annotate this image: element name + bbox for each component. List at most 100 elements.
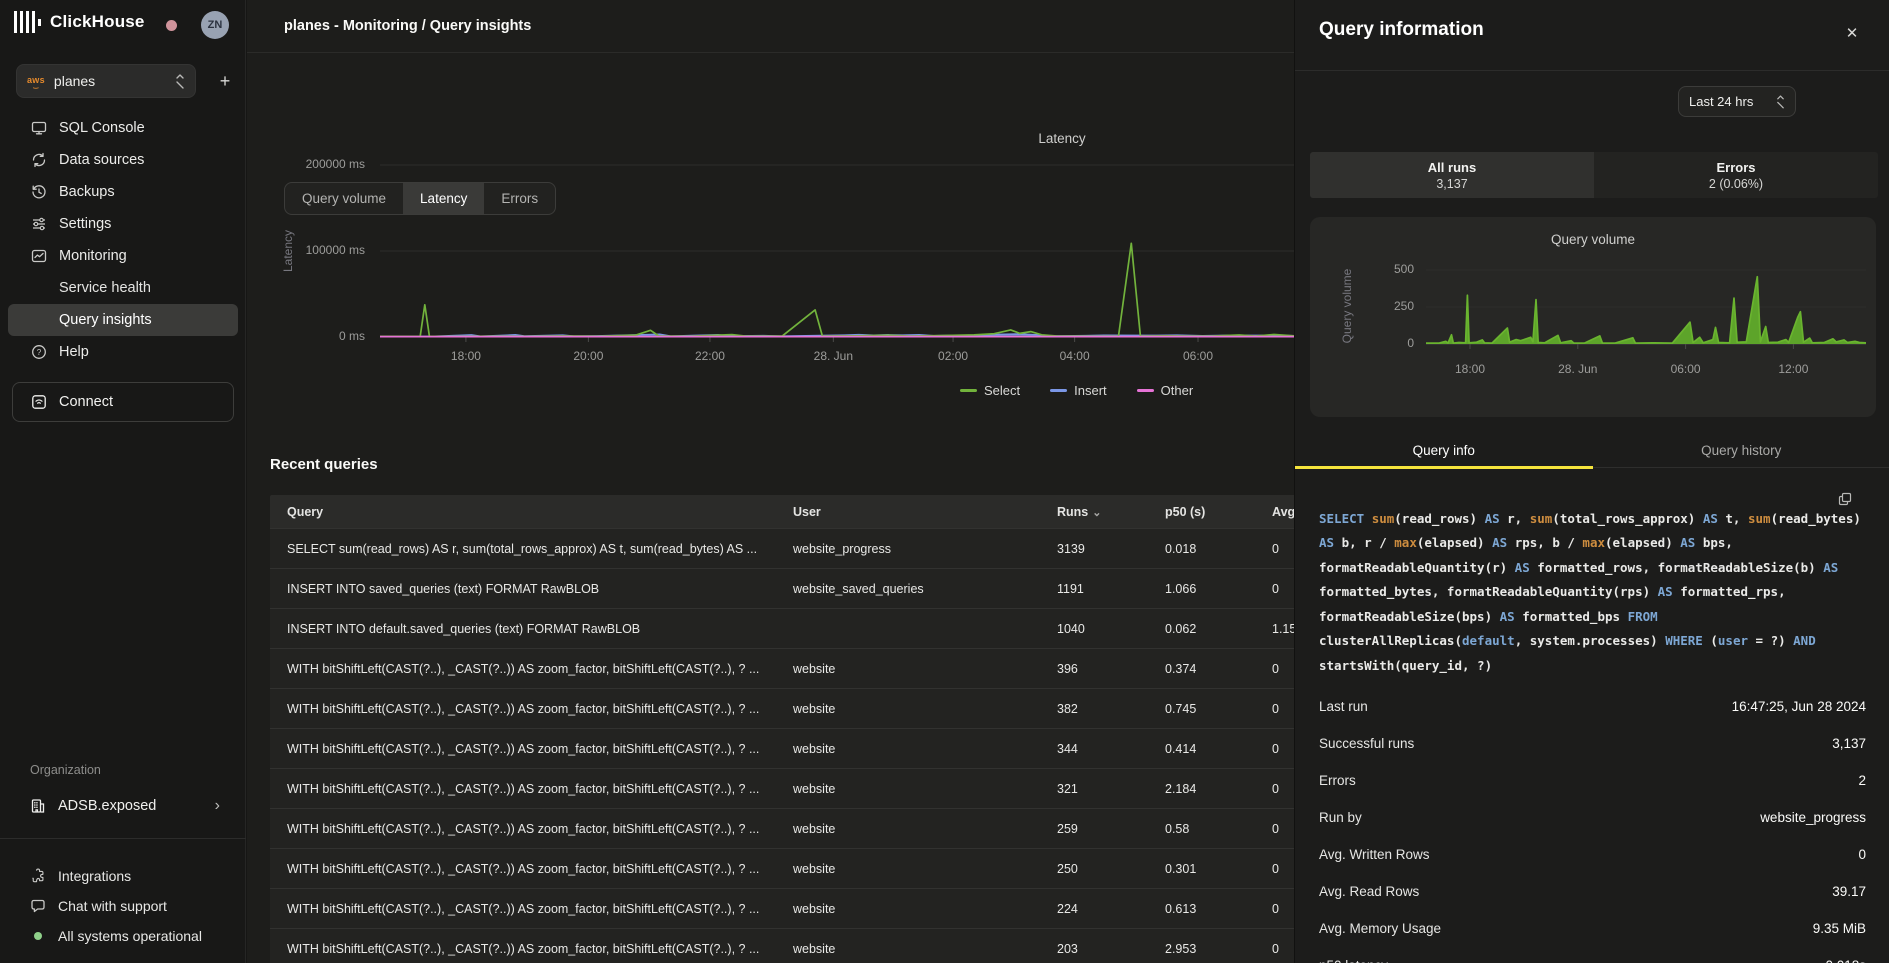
stat-row: Avg. Read Rows39.17	[1319, 873, 1866, 910]
user-avatar[interactable]: ZN	[201, 11, 229, 39]
sidebar-nav: SQL Console Data sources Backups Setting…	[0, 112, 246, 368]
sidebar-item-sql-console[interactable]: SQL Console	[0, 112, 246, 144]
latency-y-ticks: 0 ms 100000 ms 200000 ms	[275, 0, 365, 400]
sidebar-item-chat-support[interactable]: Chat with support	[0, 891, 246, 921]
stat-label: Avg. Memory Usage	[1319, 921, 1441, 936]
column-header-avg[interactable]: Avg.	[1272, 505, 1294, 519]
table-row[interactable]: SELECT sum(read_rows) AS r, sum(total_ro…	[270, 528, 1294, 568]
table-cell: SELECT sum(read_rows) AS r, sum(total_ro…	[270, 542, 793, 556]
service-selector[interactable]: aws‿ planes	[16, 64, 196, 98]
chevron-updown-icon	[1776, 95, 1785, 108]
table-row[interactable]: WITH bitShiftLeft(CAST(?..), _CAST(?..))…	[270, 928, 1294, 963]
legend-item-select[interactable]: Select	[960, 383, 1020, 398]
table-cell: website	[793, 942, 1057, 956]
table-row[interactable]: WITH bitShiftLeft(CAST(?..), _CAST(?..))…	[270, 888, 1294, 928]
sidebar-item-monitoring[interactable]: Monitoring	[0, 240, 246, 272]
tab-query-info[interactable]: Query info	[1295, 435, 1593, 467]
table-cell: 0.58	[1165, 822, 1272, 836]
table-cell: WITH bitShiftLeft(CAST(?..), _CAST(?..))…	[270, 862, 793, 876]
close-icon[interactable]: ✕	[1841, 22, 1863, 44]
column-header-user[interactable]: User	[793, 505, 1057, 519]
table-cell: 224	[1057, 902, 1165, 916]
connect-button[interactable]: Connect	[12, 382, 234, 422]
column-header-p50[interactable]: p50 (s)	[1165, 505, 1272, 519]
copy-icon[interactable]	[1838, 492, 1852, 506]
y-tick-label: 500	[1324, 262, 1414, 276]
query-volume-y-ticks: 0250500	[1340, 217, 1414, 377]
sidebar-item-settings[interactable]: Settings	[0, 208, 246, 240]
column-header-query[interactable]: Query	[270, 505, 793, 519]
time-range-select[interactable]: Last 24 hrs	[1678, 86, 1796, 117]
y-tick-label: 200000 ms	[275, 157, 365, 171]
table-row[interactable]: WITH bitShiftLeft(CAST(?..), _CAST(?..))…	[270, 688, 1294, 728]
latency-legend: Select Insert Other	[960, 383, 1193, 398]
terminal-icon	[30, 120, 47, 137]
chevron-right-icon: ›	[215, 797, 220, 815]
all-runs-count: 3,137	[1436, 177, 1467, 191]
tab-all-runs[interactable]: All runs 3,137	[1310, 152, 1594, 198]
table-cell: 0	[1272, 582, 1294, 596]
table-row[interactable]: WITH bitShiftLeft(CAST(?..), _CAST(?..))…	[270, 648, 1294, 688]
table-row[interactable]: INSERT INTO saved_queries (text) FORMAT …	[270, 568, 1294, 608]
table-cell: 1040	[1057, 622, 1165, 636]
table-cell: 0	[1272, 942, 1294, 956]
table-cell: 396	[1057, 662, 1165, 676]
x-tick-label: 06:00	[1671, 362, 1701, 376]
help-icon: ?	[30, 344, 47, 361]
svg-text:?: ?	[36, 348, 41, 357]
sidebar-item-service-health[interactable]: Service health	[0, 272, 246, 304]
sidebar-item-help[interactable]: ? Help	[0, 336, 246, 368]
y-tick-label: 100000 ms	[275, 243, 365, 257]
table-row[interactable]: INSERT INTO default.saved_queries (text)…	[270, 608, 1294, 648]
connect-label: Connect	[59, 394, 113, 410]
stat-label: Last run	[1319, 699, 1368, 714]
recent-queries-body: SELECT sum(read_rows) AS r, sum(total_ro…	[270, 528, 1294, 963]
sidebar-item-system-status[interactable]: All systems operational	[0, 921, 246, 951]
clickhouse-logo-icon	[14, 11, 41, 33]
sidebar-item-data-sources[interactable]: Data sources	[0, 144, 246, 176]
sidebar-item-query-insights[interactable]: Query insights	[8, 304, 238, 336]
add-service-button[interactable]: +	[210, 64, 240, 98]
stat-value: 0.018s	[1825, 958, 1866, 963]
sidebar-item-backups[interactable]: Backups	[0, 176, 246, 208]
y-tick-label: 250	[1324, 299, 1414, 313]
sidebar-item-label: SQL Console	[59, 120, 145, 136]
table-cell: WITH bitShiftLeft(CAST(?..), _CAST(?..))…	[270, 902, 793, 916]
sidebar-item-label: Service health	[59, 280, 151, 296]
stat-row: Avg. Written Rows0	[1319, 836, 1866, 873]
table-cell: 0.062	[1165, 622, 1272, 636]
tab-errors-summary[interactable]: Errors 2 (0.06%)	[1594, 152, 1878, 198]
organization-switcher[interactable]: ADSB.exposed ›	[12, 788, 234, 824]
table-cell: website_progress	[793, 542, 1057, 556]
legend-item-other[interactable]: Other	[1137, 383, 1194, 398]
table-cell: 0	[1272, 742, 1294, 756]
table-cell: 0	[1272, 862, 1294, 876]
table-row[interactable]: WITH bitShiftLeft(CAST(?..), _CAST(?..))…	[270, 848, 1294, 888]
table-cell: 344	[1057, 742, 1165, 756]
table-row[interactable]: WITH bitShiftLeft(CAST(?..), _CAST(?..))…	[270, 768, 1294, 808]
table-cell: 1191	[1057, 582, 1165, 596]
sidebar-item-label: Monitoring	[59, 248, 127, 264]
sidebar-item-integrations[interactable]: Integrations	[0, 861, 246, 891]
query-volume-card: Query volume Query volume 0250500 18:002…	[1310, 217, 1876, 417]
sidebar-item-label: Query insights	[59, 312, 152, 328]
table-cell: WITH bitShiftLeft(CAST(?..), _CAST(?..))…	[270, 742, 793, 756]
table-row[interactable]: WITH bitShiftLeft(CAST(?..), _CAST(?..))…	[270, 808, 1294, 848]
table-row[interactable]: WITH bitShiftLeft(CAST(?..), _CAST(?..))…	[270, 728, 1294, 768]
aws-icon: aws‿	[27, 76, 45, 87]
stat-row: Successful runs3,137	[1319, 725, 1866, 762]
data-sources-icon	[30, 152, 47, 169]
table-cell: website	[793, 782, 1057, 796]
y-tick-label: 0 ms	[275, 329, 365, 343]
table-cell: 0	[1272, 542, 1294, 556]
table-cell: 0.374	[1165, 662, 1272, 676]
stat-value: website_progress	[1760, 810, 1866, 825]
table-cell: WITH bitShiftLeft(CAST(?..), _CAST(?..))…	[270, 702, 793, 716]
tab-query-history[interactable]: Query history	[1593, 435, 1889, 467]
x-tick-label: 18:00	[1455, 362, 1485, 376]
legend-item-insert[interactable]: Insert	[1050, 383, 1107, 398]
table-cell: 2.953	[1165, 942, 1272, 956]
column-header-runs[interactable]: Runs⌄	[1057, 505, 1165, 519]
summary-tabs: All runs 3,137 Errors 2 (0.06%)	[1310, 152, 1878, 198]
table-cell: 2.184	[1165, 782, 1272, 796]
